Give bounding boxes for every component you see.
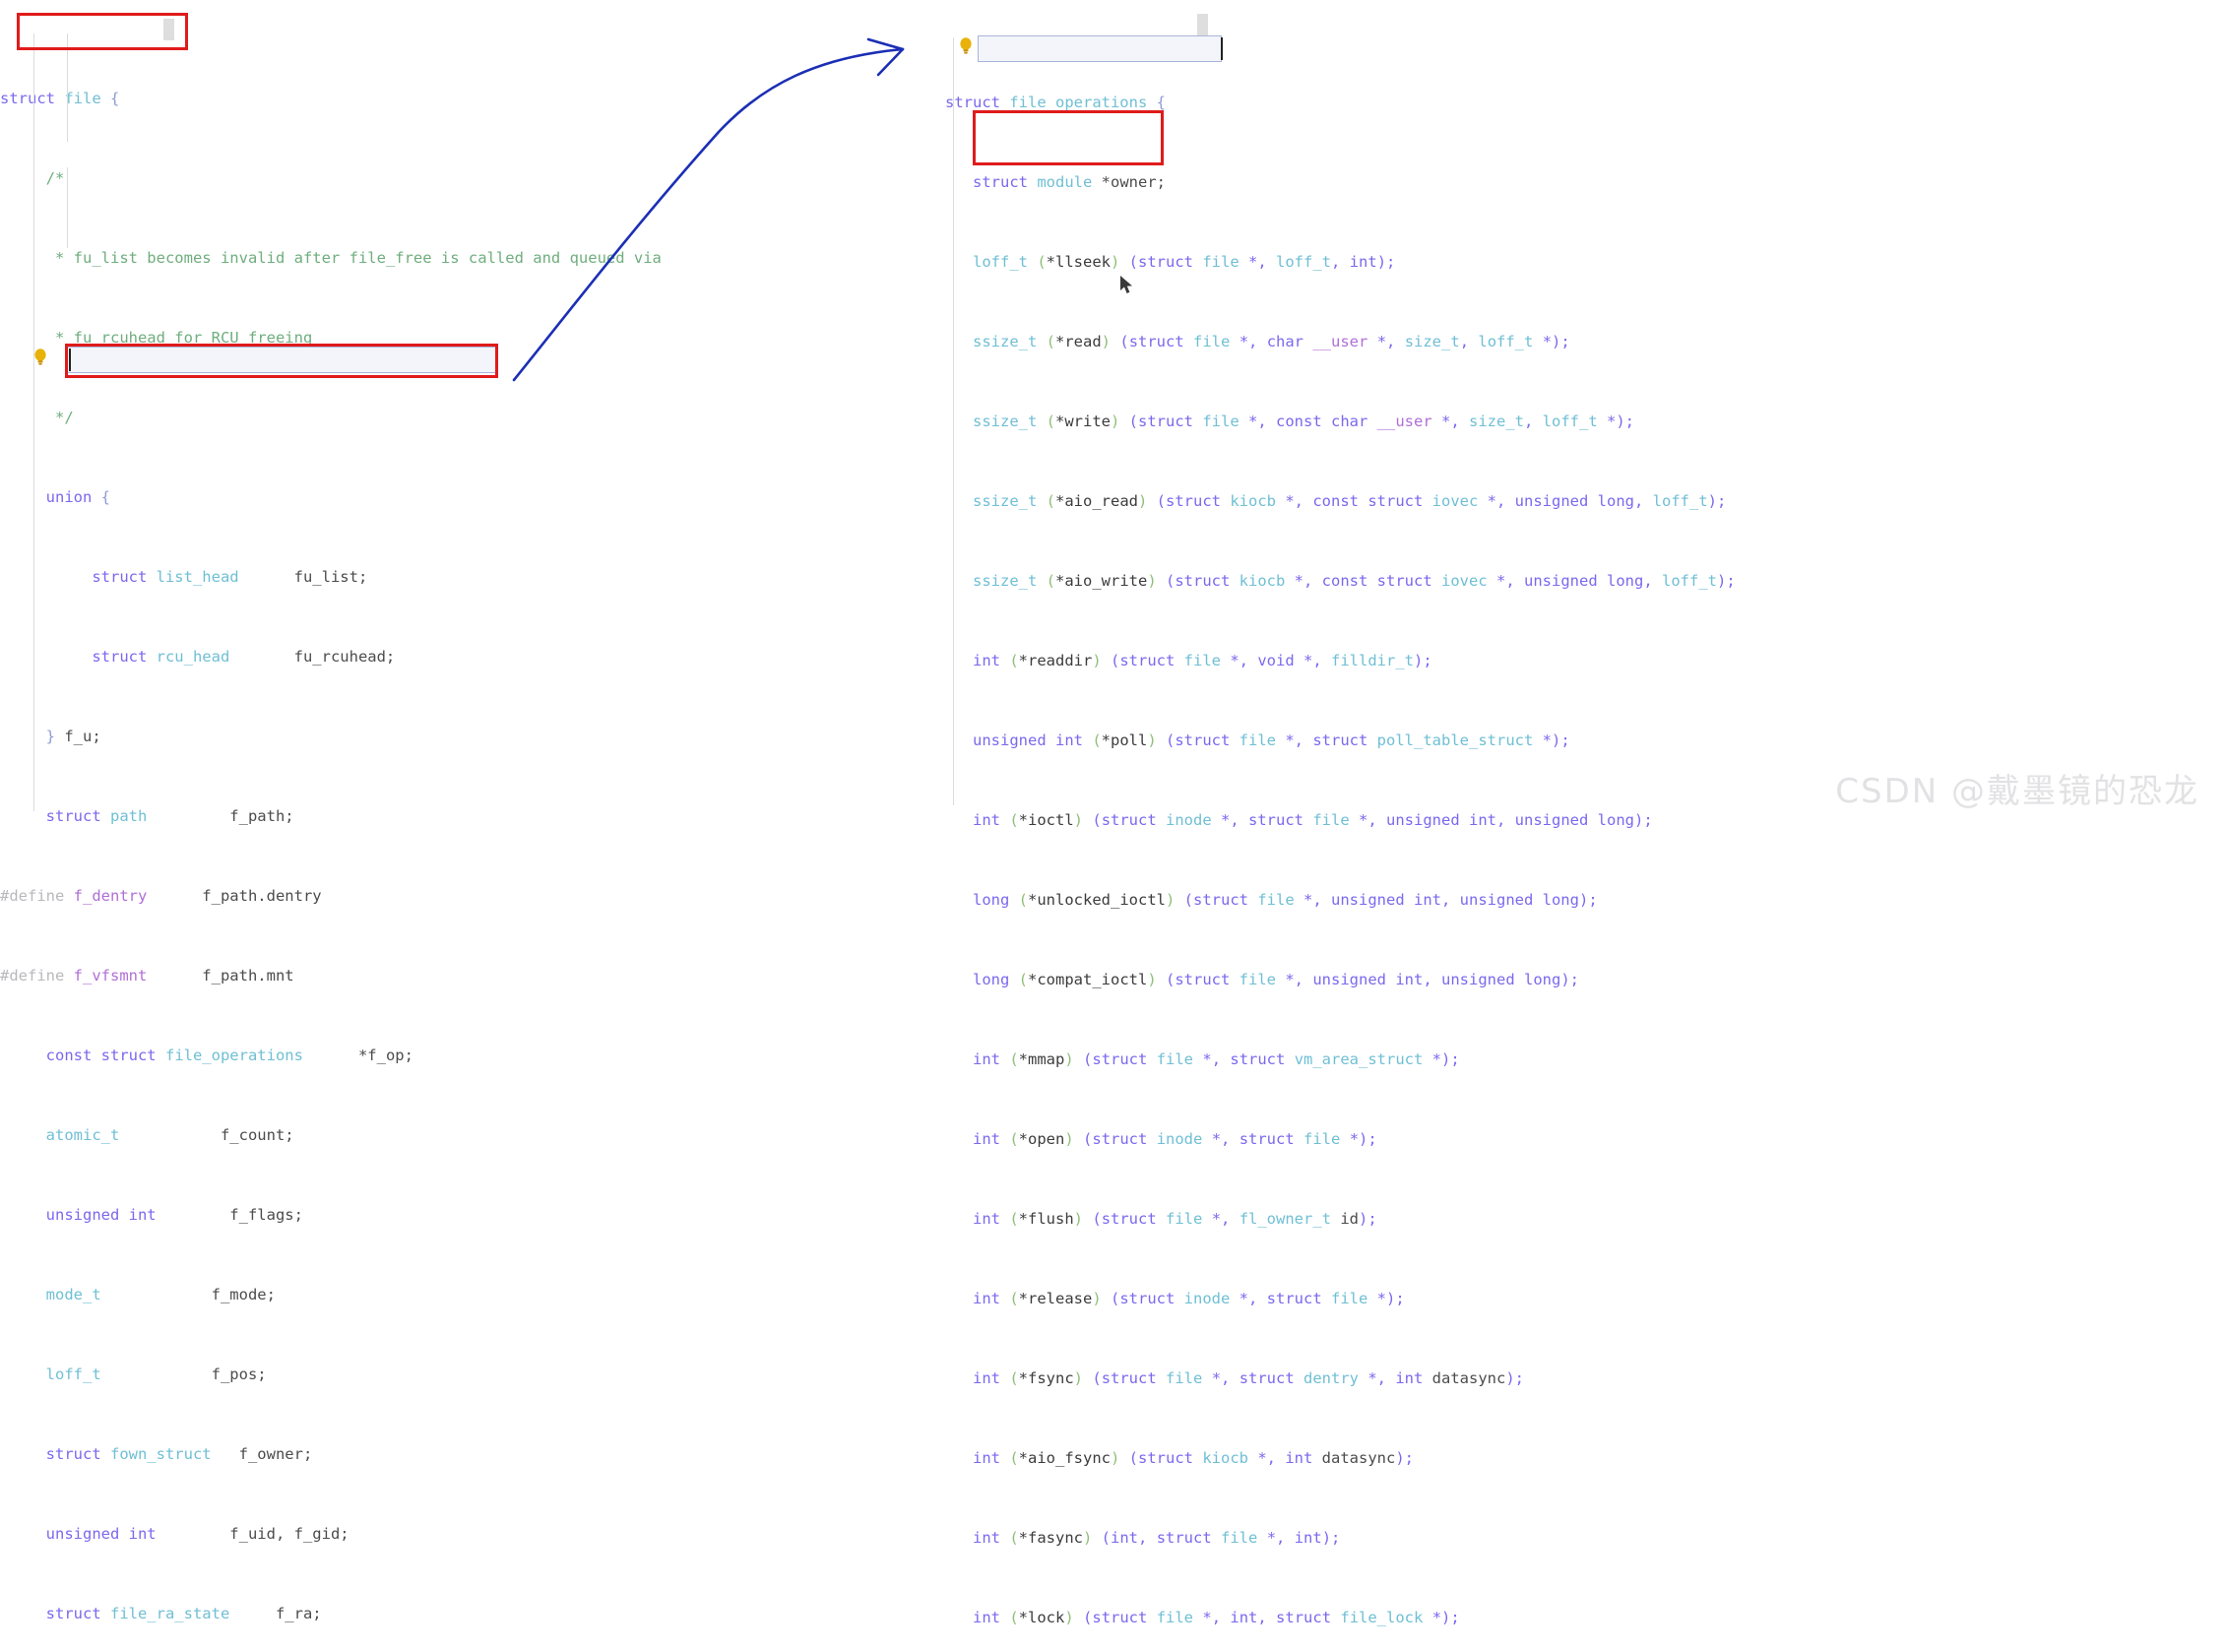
code-line-owner[interactable]: struct module *owner;	[945, 169, 2225, 196]
code-line[interactable]: atomic_t f_count;	[0, 1122, 965, 1149]
code-line[interactable]: struct fown_struct f_owner;	[0, 1441, 965, 1468]
code-line[interactable]: unsigned int f_uid, f_gid;	[0, 1521, 965, 1548]
code-line[interactable]: struct file {	[0, 86, 965, 112]
code-line[interactable]: int (*aio_fsync) (struct kiocb *, int da…	[945, 1445, 2225, 1472]
lightbulb-icon[interactable]	[32, 348, 48, 367]
code-line[interactable]: union {	[0, 484, 965, 511]
code-line[interactable]: int (*readdir) (struct file *, void *, f…	[945, 648, 2225, 674]
code-line[interactable]: int (*fasync) (int, struct file *, int);	[945, 1525, 2225, 1552]
code-line[interactable]: loff_t f_pos;	[0, 1362, 965, 1388]
code-line[interactable]: int (*lock) (struct file *, int, struct …	[945, 1605, 2225, 1631]
lightbulb-icon[interactable]	[958, 36, 974, 56]
code-line[interactable]: int (*flush) (struct file *, fl_owner_t …	[945, 1206, 2225, 1233]
code-line[interactable]: int (*release) (struct inode *, struct f…	[945, 1286, 2225, 1312]
code-line[interactable]: #define f_vfsmnt f_path.mnt	[0, 963, 965, 989]
code-line[interactable]: ssize_t (*aio_write) (struct kiocb *, co…	[945, 568, 2225, 595]
code-line[interactable]: long (*compat_ioctl) (struct file *, uns…	[945, 967, 2225, 993]
code-line[interactable]: unsigned int f_flags;	[0, 1202, 965, 1229]
code-line[interactable]: int (*mmap) (struct file *, struct vm_ar…	[945, 1047, 2225, 1073]
code-line[interactable]: } f_u;	[0, 724, 965, 750]
code-line[interactable]: */	[0, 405, 965, 431]
code-line[interactable]: struct file_ra_state f_ra;	[0, 1601, 965, 1627]
code-line[interactable]: struct list_head fu_list;	[0, 564, 965, 591]
code-line[interactable]: int (*open) (struct inode *, struct file…	[945, 1126, 2225, 1153]
code-line-read[interactable]: ssize_t (*read) (struct file *, char __u…	[945, 329, 2225, 355]
code-line[interactable]: ssize_t (*aio_read) (struct kiocb *, con…	[945, 488, 2225, 515]
code-line[interactable]: struct rcu_head fu_rcuhead;	[0, 644, 965, 670]
code-line[interactable]: int (*fsync) (struct file *, struct dent…	[945, 1366, 2225, 1392]
mouse-cursor-icon	[1120, 276, 1132, 293]
code-line[interactable]: * fu_rcuhead for RCU freeing	[0, 325, 965, 351]
code-line[interactable]: mode_t f_mode;	[0, 1282, 965, 1308]
left-code-panel[interactable]: struct file { /* * fu_list becomes inval…	[0, 6, 965, 1652]
code-line[interactable]: unsigned int (*poll) (struct file *, str…	[945, 728, 2225, 754]
code-line[interactable]: loff_t (*llseek) (struct file *, loff_t,…	[945, 249, 2225, 276]
code-line[interactable]: struct file_operations {	[945, 90, 2225, 116]
code-line-write[interactable]: ssize_t (*write) (struct file *, const c…	[945, 409, 2225, 435]
right-code-panel[interactable]: struct file_operations { struct module *…	[945, 10, 2225, 1652]
code-line[interactable]: * fu_list becomes invalid after file_fre…	[0, 245, 965, 272]
code-line[interactable]: long (*unlocked_ioctl) (struct file *, u…	[945, 887, 2225, 914]
code-line-f_op[interactable]: const struct file_operations *f_op;	[0, 1043, 965, 1069]
csdn-watermark: CSDN @戴墨镜的恐龙	[1835, 772, 2199, 811]
code-line[interactable]: /*	[0, 165, 965, 192]
code-line[interactable]: #define f_dentry f_path.dentry	[0, 883, 965, 910]
